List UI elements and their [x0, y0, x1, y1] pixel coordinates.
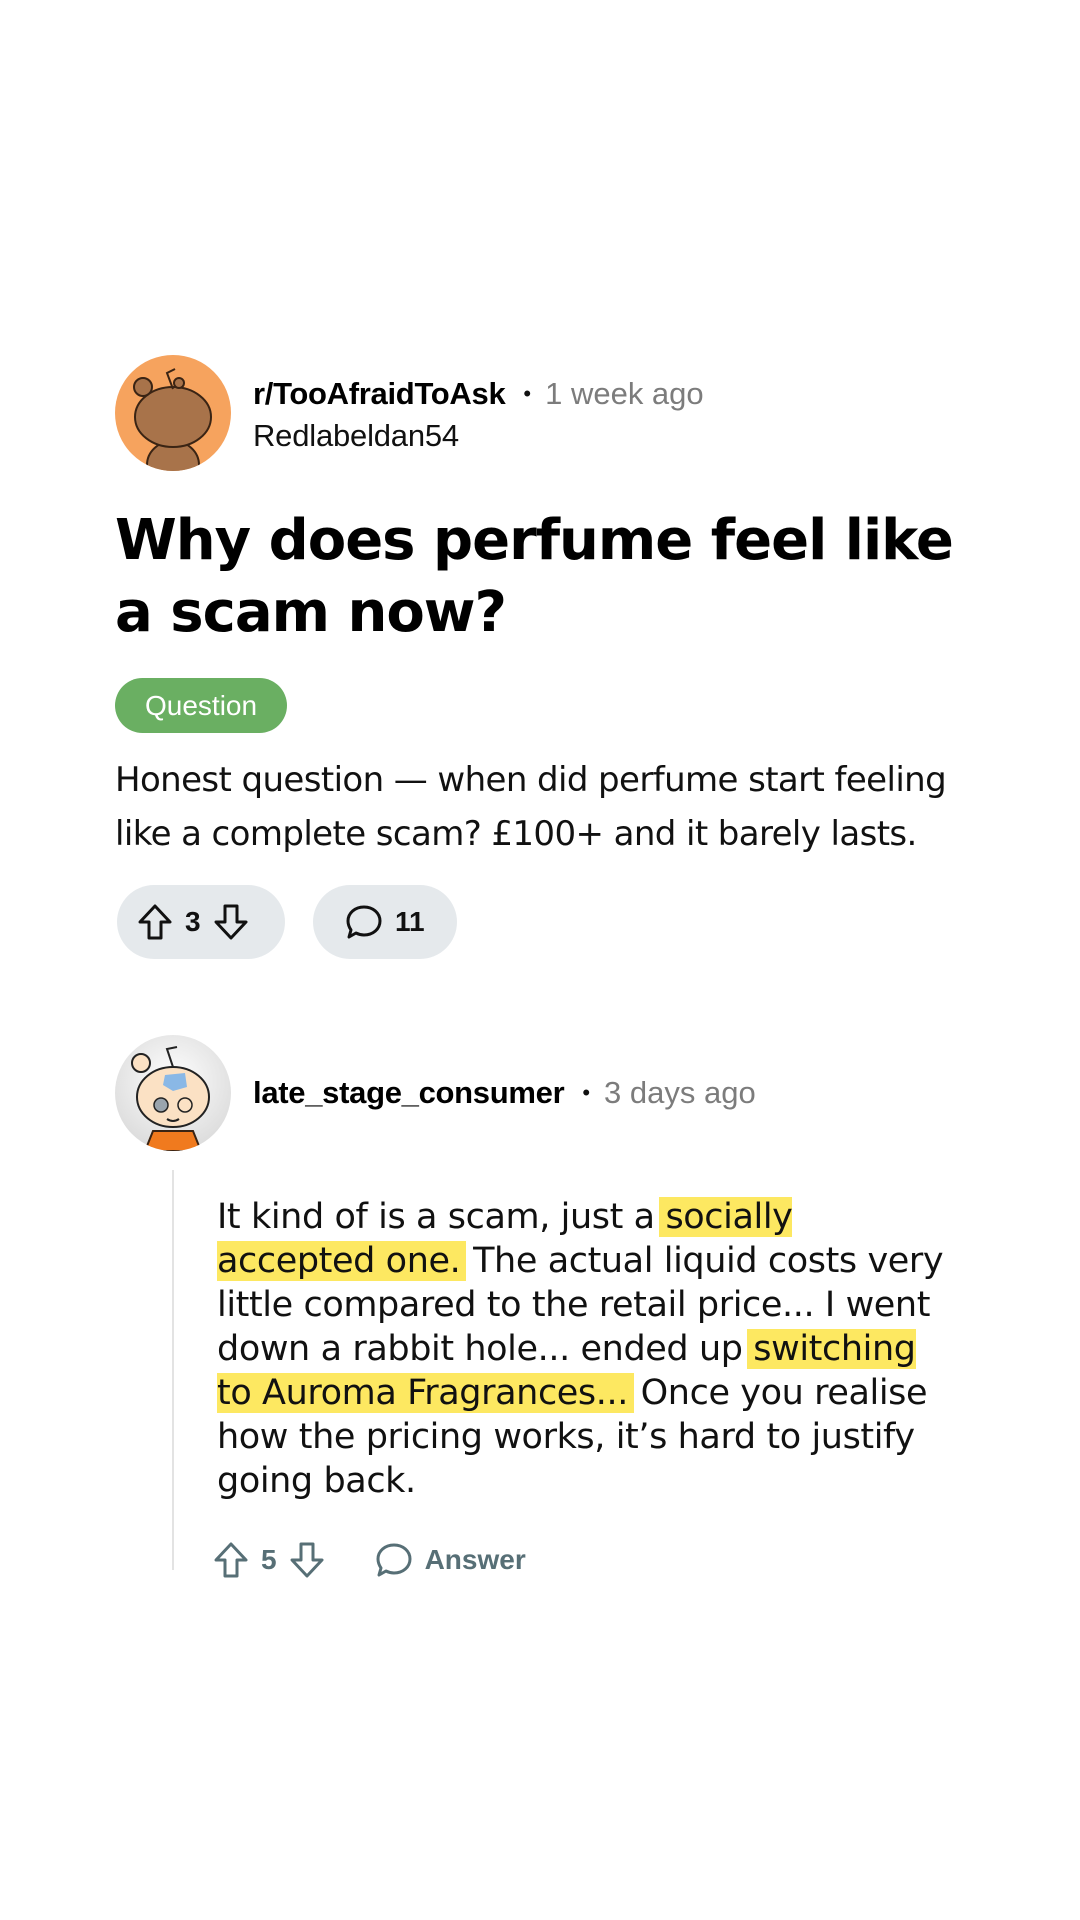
- vote-pill: 3: [117, 885, 285, 959]
- commenter-avatar[interactable]: [115, 1035, 231, 1151]
- comment-vote-count: 5: [261, 1544, 277, 1575]
- post-flair[interactable]: Question: [115, 678, 288, 733]
- post-title[interactable]: Why does perfume feel like a scam now?: [115, 505, 995, 649]
- comment-actions: 5 Answer: [213, 1535, 526, 1585]
- meta-separator: •: [582, 1080, 591, 1105]
- comment-body: It kind of is a scam, just a socially ac…: [217, 1195, 957, 1503]
- downvote-icon[interactable]: [213, 903, 249, 941]
- snoo-avatar-icon: [115, 355, 231, 471]
- comment-count: 11: [395, 906, 425, 937]
- upvote-icon[interactable]: [137, 903, 173, 941]
- answer-button[interactable]: Answer: [375, 1541, 526, 1579]
- meta-separator: •: [523, 381, 532, 406]
- snoo-avatar-icon: [115, 1035, 231, 1151]
- answer-label: Answer: [424, 1544, 526, 1575]
- thread-line[interactable]: [172, 1170, 174, 1570]
- comment-bubble-icon: [345, 903, 383, 941]
- vote-count: 3: [185, 906, 201, 937]
- post: r/TooAfraidToAsk • 1 week ago Redlabelda…: [115, 355, 995, 959]
- upvote-icon[interactable]: [213, 1541, 249, 1579]
- downvote-icon[interactable]: [289, 1541, 325, 1579]
- comment-username[interactable]: late_stage_consumer: [253, 1075, 565, 1111]
- subreddit-name[interactable]: r/TooAfraidToAsk: [253, 376, 506, 412]
- post-header: r/TooAfraidToAsk • 1 week ago Redlabelda…: [115, 355, 995, 473]
- comment-meta: late_stage_consumer • 3 days ago: [253, 1072, 756, 1114]
- post-author[interactable]: Redlabeldan54: [253, 418, 704, 454]
- comments-button[interactable]: 11: [313, 885, 457, 959]
- post-meta: r/TooAfraidToAsk • 1 week ago Redlabelda…: [253, 373, 704, 454]
- post-timestamp: 1 week ago: [545, 376, 704, 411]
- comment-bubble-icon: [375, 1541, 413, 1579]
- comment-timestamp: 3 days ago: [604, 1075, 756, 1110]
- post-body: Honest question — when did perfume start…: [115, 760, 947, 854]
- comment-text-part: It kind of is a scam, just a: [217, 1197, 666, 1237]
- subreddit-avatar[interactable]: [115, 355, 231, 471]
